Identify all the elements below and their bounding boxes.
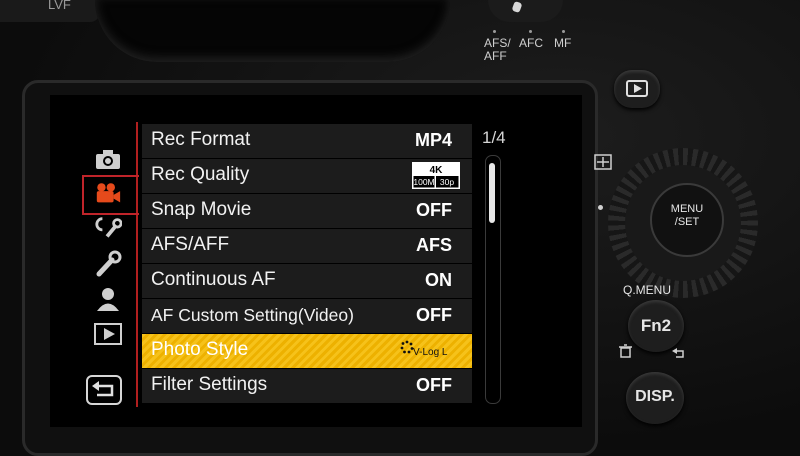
focus-mode-dot: [493, 30, 496, 33]
menu-row-value: AFS: [416, 235, 452, 255]
menu-row-label: Filter Settings: [151, 374, 268, 395]
menu-row-value: ON: [425, 270, 452, 290]
menu-row-value: MP4: [414, 130, 452, 150]
menu-row-af-custom-setting-video[interactable]: AF Custom Setting(Video) OFF: [142, 299, 472, 333]
af-area-icon: [594, 154, 612, 174]
menu-row-continuous-af[interactable]: Continuous AF ON: [142, 264, 472, 298]
menu-set-button[interactable]: MENU /SET: [650, 183, 724, 257]
photo-style-vlog-icon: V-Log L: [400, 340, 460, 362]
menu-row-value: OFF: [416, 200, 452, 220]
setup-wrench-icon[interactable]: [94, 250, 122, 277]
menu-row-rec-quality[interactable]: Rec Quality 4K 100M 30p: [142, 159, 472, 193]
menu-row-label: AF Custom Setting(Video): [151, 305, 354, 325]
scrollbar-thumb[interactable]: [489, 163, 495, 223]
menu-row-value: OFF: [416, 375, 452, 395]
menu-row-label: AFS/AFF: [151, 234, 230, 255]
menu-row-snap-movie[interactable]: Snap Movie OFF: [142, 194, 472, 228]
focus-mode-dot: [529, 30, 532, 33]
return-arrow-icon[interactable]: [86, 375, 122, 405]
qmenu-label: Q.MENU: [623, 283, 671, 297]
movie-camera-icon[interactable]: [94, 180, 122, 206]
menu-category-divider: [136, 122, 138, 407]
disp-button[interactable]: DISP.: [626, 372, 684, 424]
custom-wrench-c-icon[interactable]: [94, 215, 122, 241]
menu-row-afs-aff[interactable]: AFS/AFF AFS: [142, 229, 472, 263]
menu-row-label: Continuous AF: [151, 269, 276, 290]
left-dot: [598, 205, 603, 210]
photo-style-value: V-Log L: [413, 347, 448, 358]
focus-mode-mf-label: MF: [554, 36, 572, 50]
focus-mode-lever[interactable]: [488, 0, 563, 22]
menu-row-label: Snap Movie: [151, 199, 252, 220]
menu-set-label: MENU /SET: [670, 203, 704, 228]
focus-mode-dot: [562, 30, 565, 33]
menu-row-label: Rec Format: [151, 129, 251, 150]
menu-row-label: Photo Style: [151, 339, 249, 360]
playback-button-icon: [626, 80, 648, 97]
camera-icon[interactable]: [94, 146, 122, 172]
menu-row-label: Rec Quality: [151, 164, 250, 185]
menu-row-photo-style[interactable]: Photo Style V-Log L: [142, 334, 472, 368]
playback-button[interactable]: [614, 70, 660, 108]
rec-quality-4k-text: 4K: [430, 165, 444, 176]
rec-quality-framerate: 30p: [440, 177, 454, 187]
page-indicator: 1/4: [482, 128, 506, 147]
delete-icon: [619, 343, 632, 362]
viewfinder-eyecup: [95, 0, 450, 62]
disp-label: DISP.: [635, 388, 675, 405]
playback-icon[interactable]: [94, 321, 122, 347]
lvf-label: LVF: [48, 0, 71, 12]
fn2-label: Fn2: [640, 316, 672, 335]
menu-row-filter-settings[interactable]: Filter Settings OFF: [142, 369, 472, 403]
focus-mode-afs-aff-label: AFS/ AFF: [484, 36, 511, 63]
rec-quality-4k-icon: 4K 100M 30p: [412, 162, 460, 189]
back-arrow-icon: [672, 344, 686, 363]
focus-mode-afc-label: AFC: [519, 36, 543, 50]
menu-row-value: OFF: [416, 305, 452, 325]
rec-quality-bitrate: 100M: [413, 177, 434, 187]
person-icon[interactable]: [94, 286, 122, 312]
menu-row-rec-format[interactable]: Rec Format MP4: [142, 124, 472, 158]
